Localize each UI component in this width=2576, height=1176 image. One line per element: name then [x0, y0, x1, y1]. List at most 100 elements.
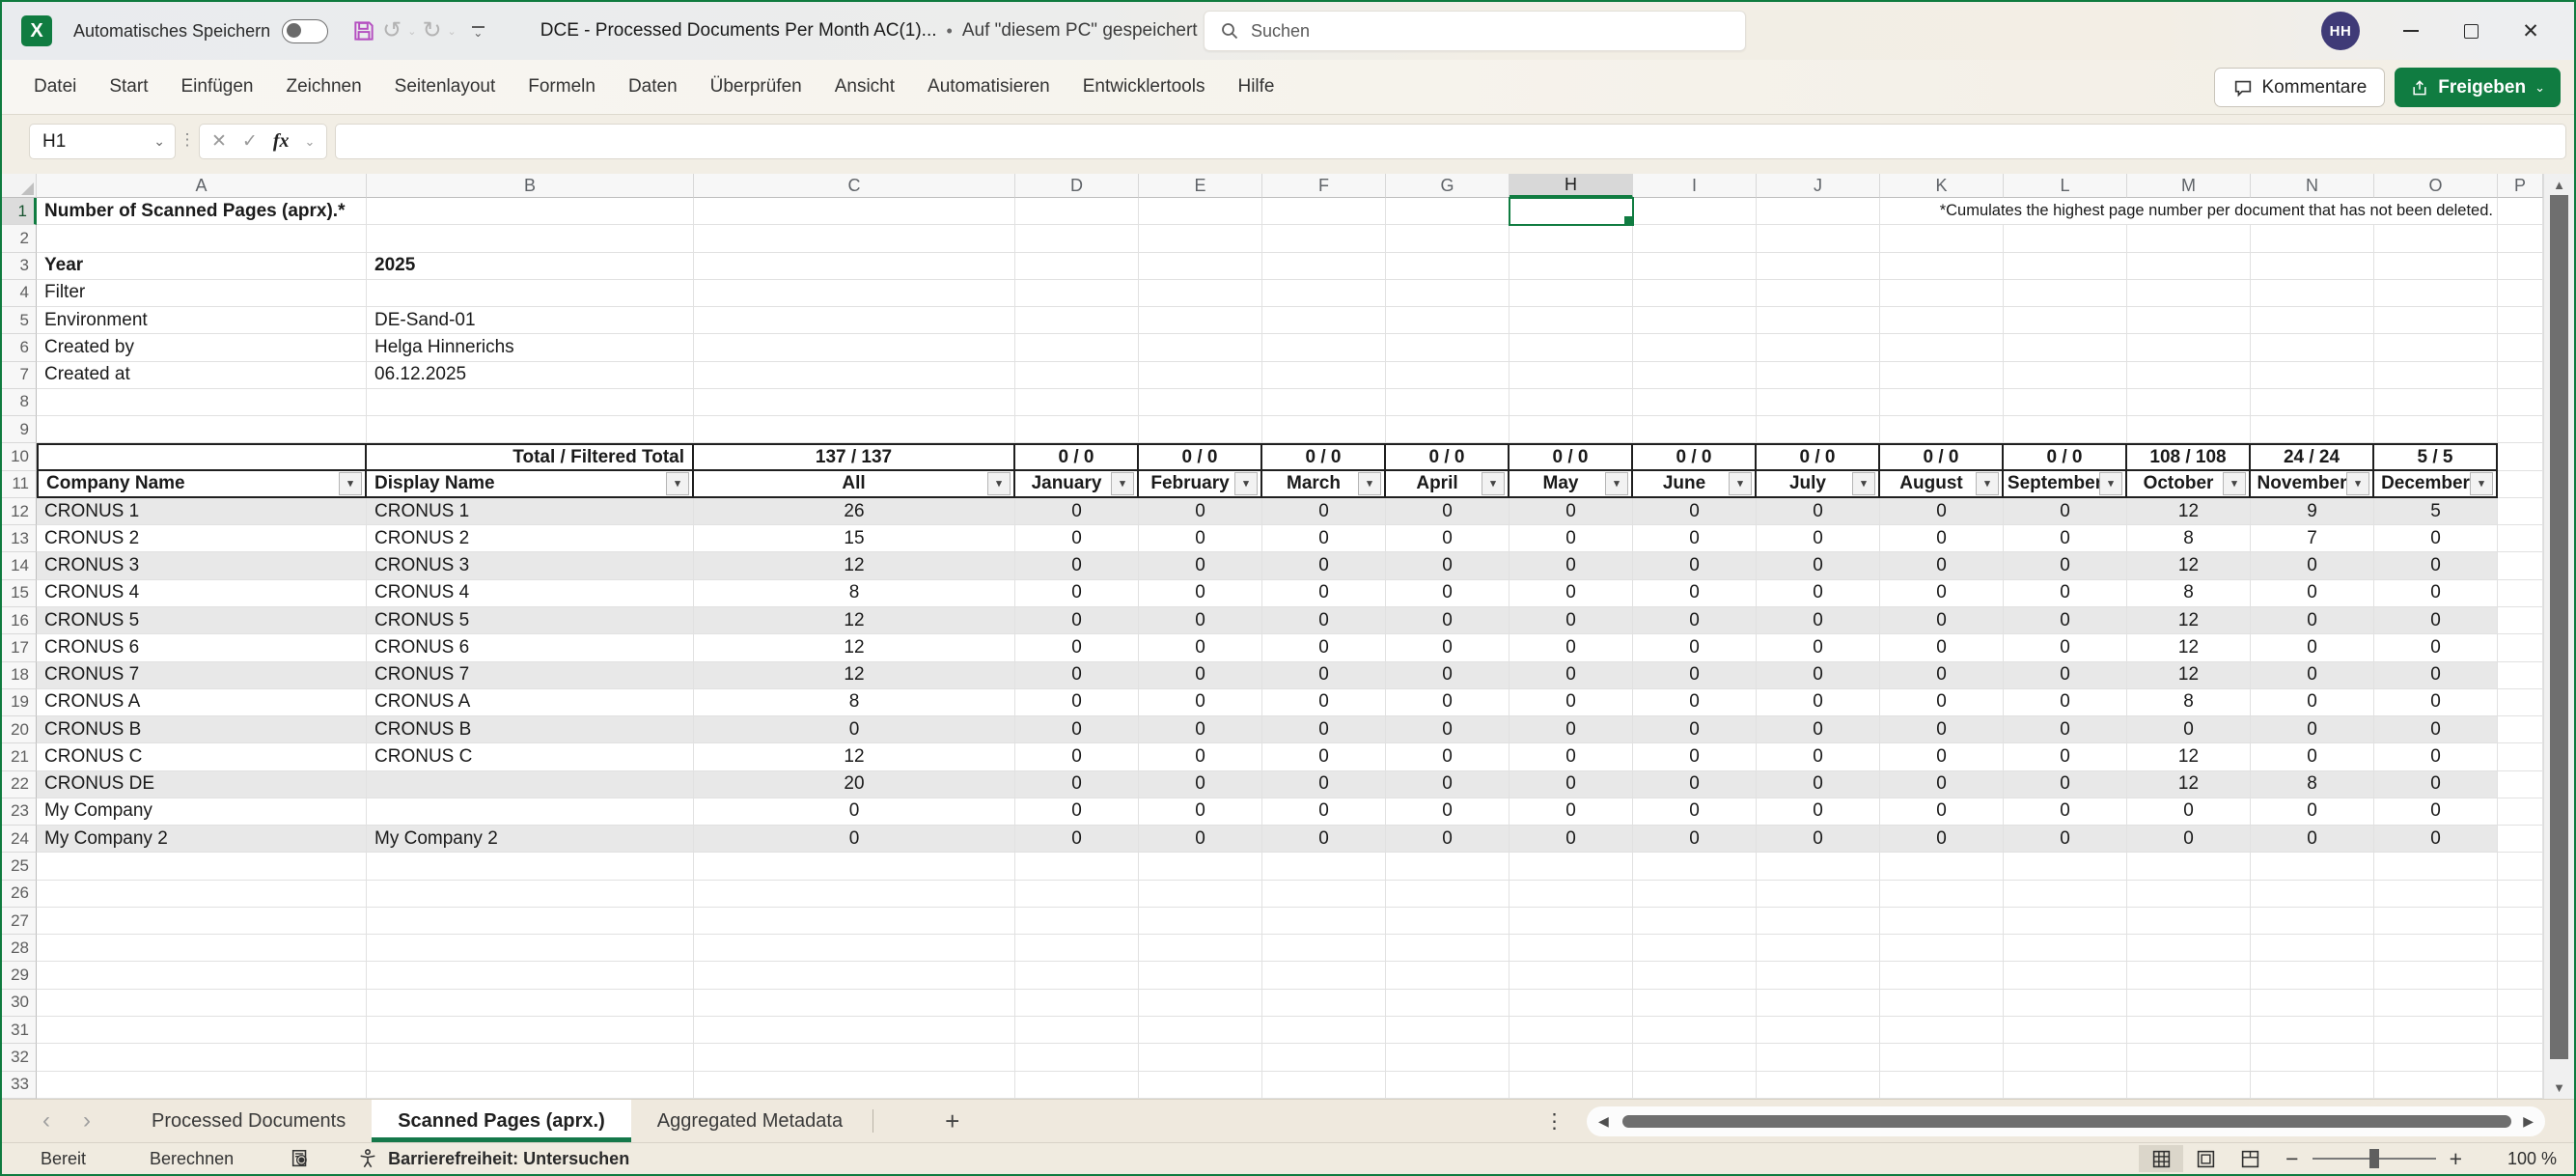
- row-header-20[interactable]: 20: [2, 716, 37, 743]
- cell-C27[interactable]: [694, 908, 1015, 935]
- cell-E11[interactable]: February▾: [1139, 471, 1262, 498]
- cell-E24[interactable]: 0: [1139, 826, 1262, 853]
- cell-P11[interactable]: [2498, 471, 2543, 498]
- cell-E3[interactable]: [1139, 253, 1262, 280]
- cell-F9[interactable]: [1262, 416, 1386, 443]
- cell-H32[interactable]: [1510, 1044, 1633, 1071]
- cell-M13[interactable]: 8: [2127, 525, 2251, 552]
- cell-M24[interactable]: 0: [2127, 826, 2251, 853]
- cell-A23[interactable]: My Company: [37, 798, 367, 826]
- column-header-K[interactable]: K: [1880, 174, 2004, 198]
- save-status-label[interactable]: Auf "diesem PC" gespeichert: [962, 20, 1198, 42]
- cell-M18[interactable]: 12: [2127, 662, 2251, 689]
- cell-H11[interactable]: May▾: [1510, 471, 1633, 498]
- cell-C5[interactable]: [694, 307, 1015, 334]
- quick-access-customize-icon[interactable]: ⌄: [472, 26, 485, 37]
- cell-K11[interactable]: August▾: [1880, 471, 2004, 498]
- cell-L23[interactable]: 0: [2004, 798, 2127, 826]
- cell-I13[interactable]: 0: [1633, 525, 1757, 552]
- cell-P12[interactable]: [2498, 498, 2543, 525]
- cell-N31[interactable]: [2251, 1017, 2374, 1044]
- maximize-button[interactable]: [2441, 2, 2501, 60]
- cell-G6[interactable]: [1386, 334, 1510, 361]
- cell-G1[interactable]: [1386, 198, 1510, 225]
- cell-N8[interactable]: [2251, 389, 2374, 416]
- cell-I32[interactable]: [1633, 1044, 1757, 1071]
- column-header-A[interactable]: A: [37, 174, 367, 198]
- cell-K22[interactable]: 0: [1880, 771, 2004, 798]
- cell-C23[interactable]: 0: [694, 798, 1015, 826]
- cell-L9[interactable]: [2004, 416, 2127, 443]
- name-box-chevron-icon[interactable]: ⌄: [153, 133, 165, 150]
- zoom-slider[interactable]: [2313, 1158, 2436, 1160]
- cell-K4[interactable]: [1880, 280, 2004, 307]
- row-header-31[interactable]: 31: [2, 1017, 37, 1044]
- cell-M15[interactable]: 8: [2127, 580, 2251, 607]
- cell-B26[interactable]: [367, 881, 694, 908]
- cancel-entry-icon[interactable]: ✕: [211, 130, 227, 153]
- cell-J25[interactable]: [1757, 853, 1880, 880]
- cell-M10[interactable]: 108 / 108: [2127, 443, 2251, 470]
- cell-A5[interactable]: Environment: [37, 307, 367, 334]
- cell-N17[interactable]: 0: [2251, 634, 2374, 661]
- cell-I6[interactable]: [1633, 334, 1757, 361]
- cell-L6[interactable]: [2004, 334, 2127, 361]
- cell-N4[interactable]: [2251, 280, 2374, 307]
- cell-M16[interactable]: 12: [2127, 607, 2251, 634]
- cell-M25[interactable]: [2127, 853, 2251, 880]
- cell-B32[interactable]: [367, 1044, 694, 1071]
- cell-L15[interactable]: 0: [2004, 580, 2127, 607]
- cell-A25[interactable]: [37, 853, 367, 880]
- sheet-tab-processed-documents[interactable]: Processed Documents: [125, 1100, 372, 1142]
- filter-dropdown-icon[interactable]: ▾: [2346, 472, 2369, 495]
- cell-A4[interactable]: Filter: [37, 280, 367, 307]
- cell-C31[interactable]: [694, 1017, 1015, 1044]
- cell-F26[interactable]: [1262, 881, 1386, 908]
- formula-bar-grip-icon[interactable]: ⋮: [176, 130, 199, 150]
- cell-J10[interactable]: 0 / 0: [1757, 443, 1880, 470]
- cell-A30[interactable]: [37, 990, 367, 1017]
- row-header-14[interactable]: 14: [2, 552, 37, 579]
- cell-F32[interactable]: [1262, 1044, 1386, 1071]
- cell-G26[interactable]: [1386, 881, 1510, 908]
- cell-D1[interactable]: [1015, 198, 1139, 225]
- cell-O15[interactable]: 0: [2374, 580, 2498, 607]
- filter-dropdown-icon[interactable]: ▾: [1111, 472, 1134, 495]
- cell-H14[interactable]: 0: [1510, 552, 1633, 579]
- cell-M21[interactable]: 12: [2127, 743, 2251, 770]
- cell-E29[interactable]: [1139, 962, 1262, 989]
- cell-L24[interactable]: 0: [2004, 826, 2127, 853]
- cell-C18[interactable]: 12: [694, 662, 1015, 689]
- cell-B16[interactable]: CRONUS 5: [367, 607, 694, 634]
- cell-F33[interactable]: [1262, 1072, 1386, 1099]
- cell-L17[interactable]: 0: [2004, 634, 2127, 661]
- cell-I16[interactable]: 0: [1633, 607, 1757, 634]
- cell-L3[interactable]: [2004, 253, 2127, 280]
- cell-O33[interactable]: [2374, 1072, 2498, 1099]
- cell-O3[interactable]: [2374, 253, 2498, 280]
- cell-G2[interactable]: [1386, 225, 1510, 252]
- cell-A14[interactable]: CRONUS 3: [37, 552, 367, 579]
- sheet-tab-scanned-pages-aprx[interactable]: Scanned Pages (aprx.): [372, 1100, 631, 1142]
- sheet-tab-menu-icon[interactable]: ⋮: [1544, 1100, 1565, 1143]
- fx-chevron-icon[interactable]: ⌄: [305, 134, 316, 150]
- cell-G5[interactable]: [1386, 307, 1510, 334]
- cell-P32[interactable]: [2498, 1044, 2543, 1071]
- column-header-J[interactable]: J: [1757, 174, 1880, 198]
- cell-J18[interactable]: 0: [1757, 662, 1880, 689]
- cell-B11[interactable]: Display Name▾: [367, 471, 694, 498]
- cell-N11[interactable]: November▾: [2251, 471, 2374, 498]
- cell-K9[interactable]: [1880, 416, 2004, 443]
- cell-G33[interactable]: [1386, 1072, 1510, 1099]
- cell-P31[interactable]: [2498, 1017, 2543, 1044]
- cell-A3[interactable]: Year: [37, 253, 367, 280]
- cell-L10[interactable]: 0 / 0: [2004, 443, 2127, 470]
- cell-M11[interactable]: October▾: [2127, 471, 2251, 498]
- row-header-24[interactable]: 24: [2, 826, 37, 853]
- cell-B29[interactable]: [367, 962, 694, 989]
- scroll-down-icon[interactable]: ▼: [2544, 1080, 2574, 1095]
- ribbon-tab-seitenlayout[interactable]: Seitenlayout: [378, 76, 512, 98]
- cell-C10[interactable]: 137 / 137: [694, 443, 1015, 470]
- cell-H8[interactable]: [1510, 389, 1633, 416]
- cell-B3[interactable]: 2025: [367, 253, 694, 280]
